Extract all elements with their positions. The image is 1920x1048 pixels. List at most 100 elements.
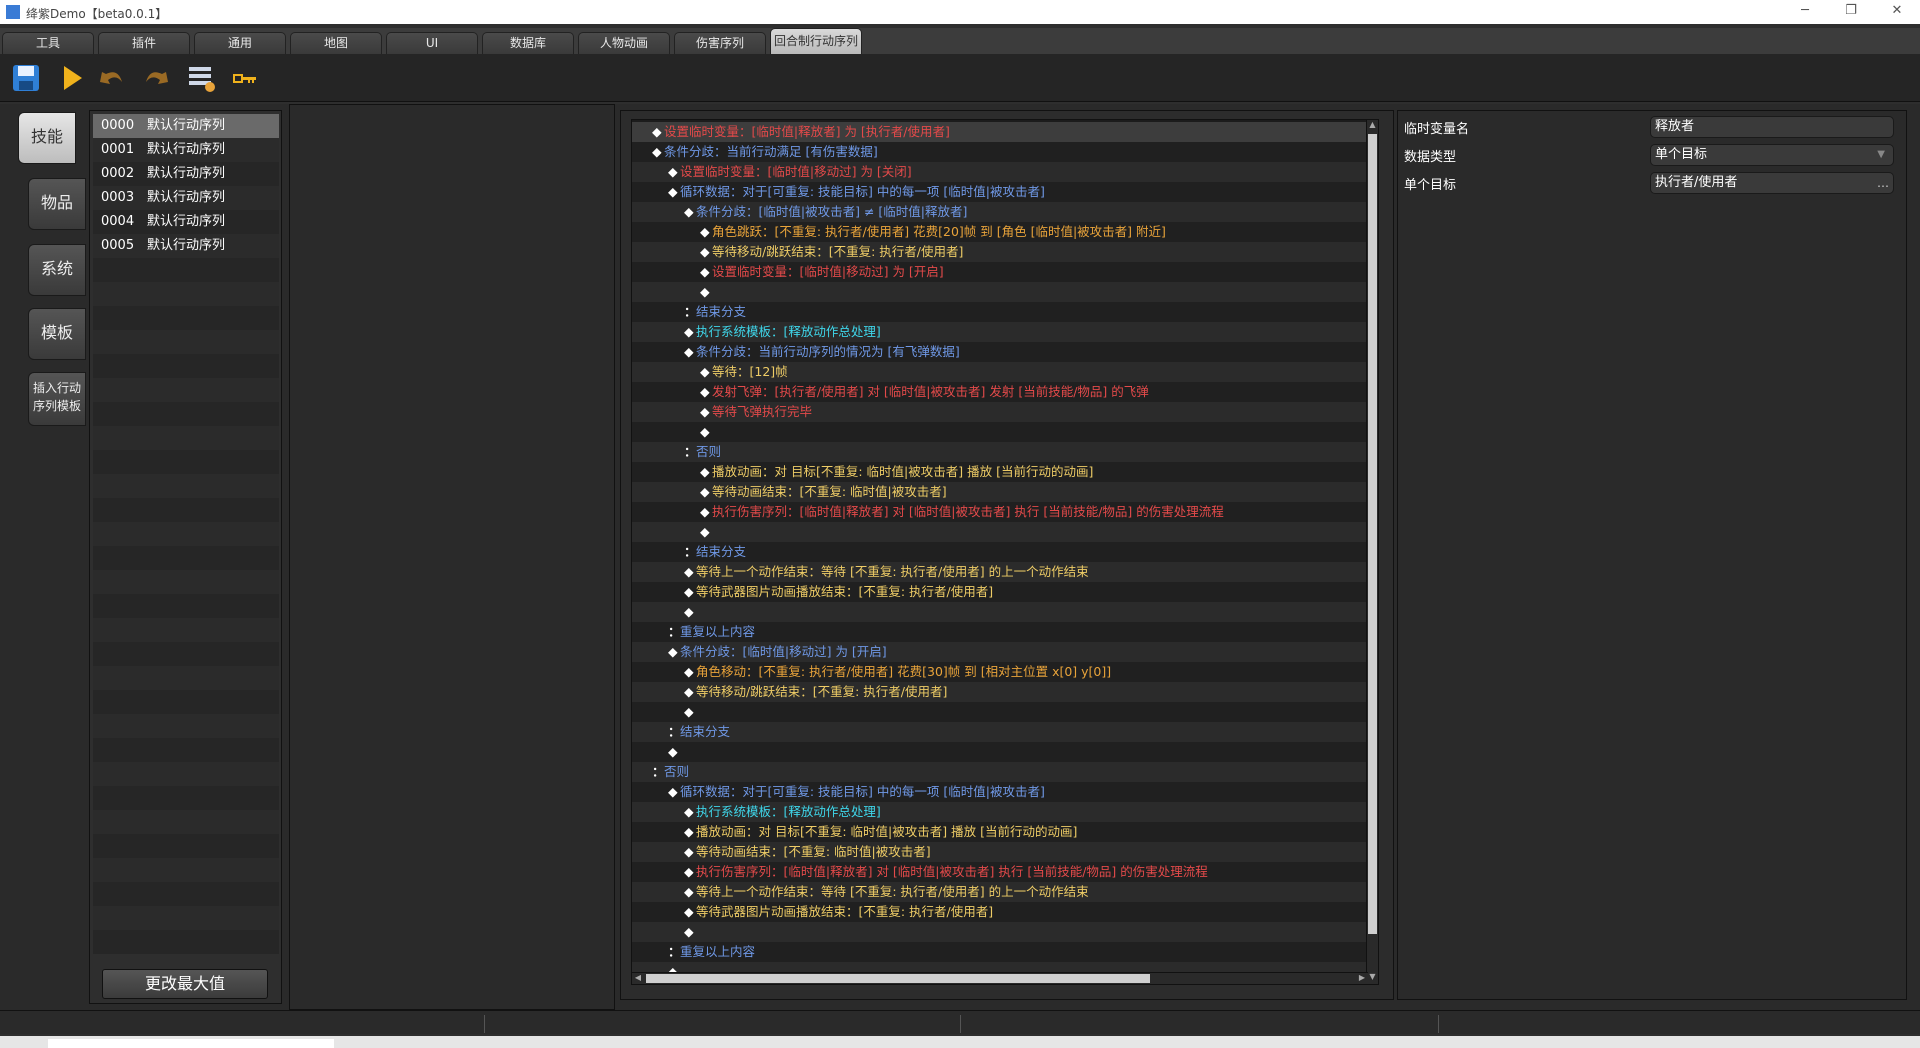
command-line[interactable]: ◆ 等待武器图片动画播放结束：[不重复: 执行者/使用者]: [632, 902, 1376, 922]
sequence-row[interactable]: [93, 882, 279, 906]
sequence-row[interactable]: [93, 906, 279, 930]
horizontal-scroll-thumb[interactable]: [646, 974, 1150, 983]
ellipsis-icon[interactable]: …: [1877, 173, 1889, 193]
sequence-row[interactable]: 0000 默认行动序列: [93, 114, 279, 138]
tab-map[interactable]: 地图: [290, 32, 382, 54]
change-max-button[interactable]: 更改最大值: [102, 969, 268, 999]
command-line[interactable]: ◆ 角色移动：[不重复: 执行者/使用者] 花费[30]帧 到 [相对主位置 x[…: [632, 662, 1376, 682]
maximize-button[interactable]: ❐: [1828, 0, 1874, 24]
command-line[interactable]: ◆ 循环数据：对于[可重复: 技能目标] 中的每一项 [临时值|被攻击者]: [632, 782, 1376, 802]
sequence-row[interactable]: [93, 714, 279, 738]
command-line[interactable]: ◆: [632, 742, 1376, 762]
sequence-row[interactable]: [93, 570, 279, 594]
vertical-scrollbar[interactable]: ▲ ▼: [1366, 120, 1378, 984]
list-edit-icon[interactable]: [186, 62, 218, 94]
command-line[interactable]: ◆ 设置临时变量：[临时值|移动过] 为 [开启]: [632, 262, 1376, 282]
property-input[interactable]: 释放者: [1650, 116, 1894, 138]
sequence-row[interactable]: [93, 642, 279, 666]
sequence-row[interactable]: [93, 402, 279, 426]
tab-turn-action-sequence[interactable]: 回合制行动序列: [770, 28, 862, 54]
scroll-left-icon[interactable]: ◀: [632, 973, 644, 984]
command-line[interactable]: ◆ 等待移动/跳跃结束：[不重复: 执行者/使用者]: [632, 242, 1376, 262]
sequence-row[interactable]: [93, 354, 279, 378]
category-skill[interactable]: 技能: [18, 112, 76, 164]
sequence-row[interactable]: 0005 默认行动序列: [93, 234, 279, 258]
run-icon[interactable]: [56, 62, 88, 94]
command-line[interactable]: ：结束分支: [632, 542, 1376, 562]
scroll-down-icon[interactable]: ▼: [1367, 972, 1378, 984]
command-line[interactable]: ◆ 执行伤害序列：[临时值|释放者] 对 [临时值|被攻击者] 执行 [当前技能/…: [632, 502, 1376, 522]
category-template[interactable]: 模板: [28, 308, 86, 360]
sequence-row[interactable]: 0001 默认行动序列: [93, 138, 279, 162]
command-line[interactable]: ◆ 执行系统模板：[释放动作总处理]: [632, 802, 1376, 822]
command-line[interactable]: ：重复以上内容: [632, 942, 1376, 962]
command-line[interactable]: ◆ 条件分歧：[临时值|被攻击者] ≠ [临时值|释放者]: [632, 202, 1376, 222]
command-line[interactable]: ：重复以上内容: [632, 622, 1376, 642]
command-line[interactable]: ◆ 条件分歧：当前行动序列的情况为 [有飞弹数据]: [632, 342, 1376, 362]
tab-ui[interactable]: UI: [386, 32, 478, 54]
command-line[interactable]: ◆: [632, 922, 1376, 942]
command-line[interactable]: ◆ 播放动画：对 目标[不重复: 临时值|被攻击者] 播放 [当前行动的动画]: [632, 822, 1376, 842]
property-picker[interactable]: 执行者/使用者…: [1650, 172, 1894, 194]
command-line[interactable]: ◆: [632, 422, 1376, 442]
save-icon[interactable]: [10, 62, 42, 94]
undo-icon[interactable]: [96, 62, 128, 94]
tab-general[interactable]: 通用: [194, 32, 286, 54]
close-button[interactable]: ✕: [1874, 0, 1920, 24]
sequence-row[interactable]: [93, 738, 279, 762]
sequence-row[interactable]: [93, 258, 279, 282]
command-line[interactable]: ◆ 等待飞弹执行完毕: [632, 402, 1376, 422]
sequence-row[interactable]: [93, 762, 279, 786]
sequence-row[interactable]: [93, 330, 279, 354]
sequence-row[interactable]: 0004 默认行动序列: [93, 210, 279, 234]
tab-plugins[interactable]: 插件: [98, 32, 190, 54]
sequence-row[interactable]: [93, 306, 279, 330]
category-item[interactable]: 物品: [28, 178, 86, 230]
sequence-row[interactable]: [93, 810, 279, 834]
command-line[interactable]: ◆: [632, 282, 1376, 302]
sequence-row[interactable]: [93, 378, 279, 402]
command-line[interactable]: ◆: [632, 702, 1376, 722]
command-line[interactable]: ：结束分支: [632, 302, 1376, 322]
command-line[interactable]: ◆ 设置临时变量：[临时值|移动过] 为 [关闭]: [632, 162, 1376, 182]
command-line[interactable]: ：结束分支: [632, 722, 1376, 742]
sequence-row[interactable]: [93, 522, 279, 546]
command-line[interactable]: ◆ 条件分歧：[临时值|移动过] 为 [开启]: [632, 642, 1376, 662]
command-line[interactable]: ◆ 执行系统模板：[释放动作总处理]: [632, 322, 1376, 342]
tab-database[interactable]: 数据库: [482, 32, 574, 54]
command-line[interactable]: ◆ 循环数据：对于[可重复: 技能目标] 中的每一项 [临时值|被攻击者]: [632, 182, 1376, 202]
tab-tools[interactable]: 工具: [2, 32, 94, 54]
key-icon[interactable]: [230, 62, 262, 94]
command-line[interactable]: ◆ 等待移动/跳跃结束：[不重复: 执行者/使用者]: [632, 682, 1376, 702]
vertical-scroll-thumb[interactable]: [1368, 134, 1377, 934]
command-line[interactable]: ◆: [632, 522, 1376, 542]
sequence-row[interactable]: [93, 450, 279, 474]
sequence-row[interactable]: [93, 282, 279, 306]
sequence-row[interactable]: [93, 474, 279, 498]
command-line[interactable]: ◆ 等待上一个动作结束：等待 [不重复: 执行者/使用者] 的上一个动作结束: [632, 562, 1376, 582]
command-line[interactable]: ◆ 设置临时变量：[临时值|释放者] 为 [执行者/使用者]: [632, 122, 1376, 142]
sequence-row[interactable]: [93, 618, 279, 642]
sequence-row[interactable]: [93, 426, 279, 450]
command-line[interactable]: ◆ 等待动画结束：[不重复: 临时值|被攻击者]: [632, 842, 1376, 862]
command-line[interactable]: ◆ 角色跳跃：[不重复: 执行者/使用者] 花费[20]帧 到 [角色 [临时值|…: [632, 222, 1376, 242]
sequence-row[interactable]: 0002 默认行动序列: [93, 162, 279, 186]
redo-icon[interactable]: [140, 62, 172, 94]
scroll-up-icon[interactable]: ▲: [1367, 120, 1378, 132]
sequence-row[interactable]: [93, 594, 279, 618]
sequence-row[interactable]: [93, 834, 279, 858]
category-insert-template[interactable]: 插入行动 序列模板: [28, 372, 86, 426]
command-line[interactable]: ◆: [632, 602, 1376, 622]
sequence-row[interactable]: [93, 930, 279, 954]
sequence-row[interactable]: [93, 690, 279, 714]
tab-character-animation[interactable]: 人物动画: [578, 32, 670, 54]
category-system[interactable]: 系统: [28, 244, 86, 296]
tab-damage-sequence[interactable]: 伤害序列: [674, 32, 766, 54]
taskbar-window[interactable]: [48, 1039, 334, 1048]
property-dropdown[interactable]: 单个目标 ▼: [1650, 144, 1894, 166]
command-line[interactable]: ◆ 执行伤害序列：[临时值|释放者] 对 [临时值|被攻击者] 执行 [当前技能/…: [632, 862, 1376, 882]
command-line[interactable]: ◆ 等待：[12]帧: [632, 362, 1376, 382]
command-line[interactable]: ：否则: [632, 442, 1376, 462]
sequence-row[interactable]: [93, 666, 279, 690]
sequence-row[interactable]: [93, 546, 279, 570]
